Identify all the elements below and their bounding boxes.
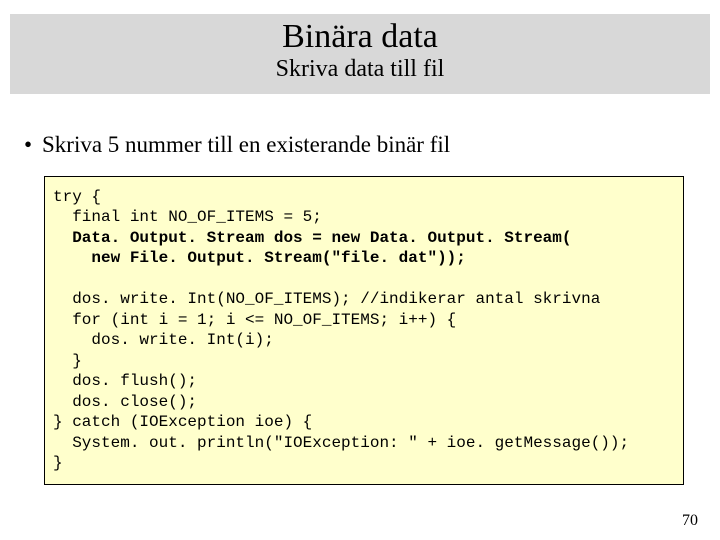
code-block: try { final int NO_OF_ITEMS = 5; Data. O… — [44, 176, 684, 485]
code-line: } — [53, 352, 82, 370]
code-line: } catch (IOException ioe) { — [53, 413, 312, 431]
code-line: try { — [53, 188, 101, 206]
bullet-area: •Skriva 5 nummer till en existerande bin… — [24, 132, 696, 158]
code-line: dos. write. Int(i); — [53, 331, 274, 349]
code-line: System. out. println("IOException: " + i… — [53, 434, 629, 452]
slide-title: Binära data — [10, 18, 710, 56]
code-line — [53, 229, 72, 247]
code-line: dos. flush(); — [53, 372, 197, 390]
code-line-bold: Data. Output. Stream dos = new Data. Out… — [72, 229, 571, 247]
page-number: 70 — [682, 512, 698, 530]
code-line: } — [53, 454, 63, 472]
code-line: dos. write. Int(NO_OF_ITEMS); //indikera… — [53, 290, 600, 308]
bullet-item: •Skriva 5 nummer till en existerande bin… — [24, 132, 696, 158]
code-line: dos. close(); — [53, 393, 197, 411]
slide-subtitle: Skriva data till fil — [10, 56, 710, 83]
bullet-dot-icon: • — [24, 132, 42, 158]
code-line: for (int i = 1; i <= NO_OF_ITEMS; i++) { — [53, 311, 456, 329]
bullet-text: Skriva 5 nummer till en existerande binä… — [42, 132, 450, 157]
header-band: Binära data Skriva data till fil — [10, 14, 710, 94]
code-line-bold: new File. Output. Stream("file. dat")); — [53, 249, 466, 267]
code-line: final int NO_OF_ITEMS = 5; — [53, 208, 322, 226]
